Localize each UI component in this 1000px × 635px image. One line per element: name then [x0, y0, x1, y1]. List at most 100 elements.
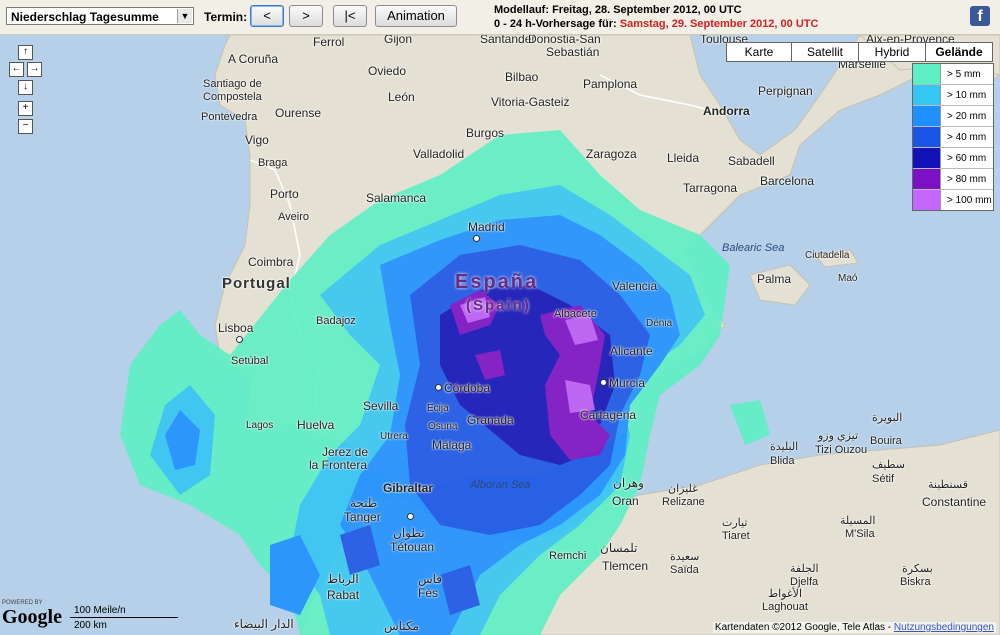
label-setif: Sétif [872, 473, 895, 485]
city-dot-lisboa [236, 336, 243, 343]
legend-label: > 10 mm [947, 89, 987, 101]
label-ar-constantine: قسنطينة [928, 479, 968, 491]
modellauf-info: Modellauf: Freitag, 28. September 2012, … [494, 4, 742, 16]
label-constantine: Constantine [922, 495, 987, 509]
label-lleida: Lleida [667, 151, 700, 165]
label-pontevedra: Pontevedra [201, 111, 258, 123]
city-dot-tetouan [407, 513, 414, 520]
label-alicante: Alicante [610, 344, 653, 358]
label-albacete: Albacete [554, 308, 597, 320]
zoom-out-icon[interactable]: − [18, 119, 33, 134]
label-oran: Oran [612, 494, 639, 508]
label-compostela: Compostela [203, 91, 262, 103]
pan-up-icon[interactable]: ↑ [18, 45, 33, 60]
label-laghouat: Laghouat [762, 601, 808, 613]
modellauf-value: Freitag, 28. September 2012, 00 UTC [552, 4, 742, 16]
label-perpignan: Perpignan [758, 84, 813, 98]
pan-left-icon[interactable]: ← [9, 62, 24, 77]
maptype-satellit-button[interactable]: Satellit [791, 42, 859, 62]
label-ar-saida: سعيدة [670, 551, 700, 563]
label-madrid: Madrid [468, 220, 505, 234]
legend-swatch [913, 106, 941, 126]
label-ar-oran: وهران [613, 476, 644, 490]
label-zaragoza: Zaragoza [586, 147, 637, 161]
vorhersage-info: 0 - 24 h-Vorhersage für: Samstag, 29. Se… [494, 18, 818, 30]
legend-row: > 40 mm [913, 127, 993, 148]
label-valencia: Valencia [612, 279, 658, 293]
label-remchi: Remchi [549, 550, 587, 562]
legend-row: > 80 mm [913, 169, 993, 190]
label-pamplona: Pamplona [583, 77, 638, 91]
pan-right-icon[interactable]: → [27, 62, 42, 77]
label-ar-tlemcen: تلمسان [600, 541, 638, 555]
label-badajoz: Badajoz [316, 315, 356, 327]
next-button[interactable]: > [289, 5, 323, 27]
label-lagos: Lagos [246, 420, 274, 431]
vorhersage-value: Samstag, 29. September 2012, 00 UTC [619, 18, 819, 30]
label-relizane: Relizane [662, 496, 705, 508]
scale-line [70, 617, 178, 618]
legend-swatch [913, 64, 941, 84]
zoom-in-icon[interactable]: + [18, 101, 33, 116]
label-porto: Porto [270, 187, 299, 201]
label-ferrol: Ferrol [313, 35, 345, 49]
label-blida: Blida [770, 455, 795, 467]
legend-row: > 5 mm [913, 64, 993, 85]
maptype-hybrid-button[interactable]: Hybrid [858, 42, 926, 62]
map-canvas[interactable] [0, 35, 1000, 635]
legend-swatch [913, 127, 941, 147]
label-ar-tetouan: تطوان [393, 526, 425, 540]
google-logo[interactable]: POWERED BY Google [2, 600, 62, 629]
product-dropdown-value: Niederschlag Tagesumme [11, 10, 159, 24]
label-ar-bouira: البويرة [872, 412, 903, 424]
chevron-down-icon[interactable]: ▼ [177, 9, 192, 23]
label-santiago: Santiago de [203, 78, 262, 90]
animation-button[interactable]: Animation [375, 5, 457, 27]
legend-label: > 40 mm [947, 131, 987, 143]
label-ourense: Ourense [275, 106, 322, 120]
city-dot-madrid [473, 235, 480, 242]
label-ecija: Écija [427, 403, 449, 414]
facebook-icon[interactable]: f [970, 6, 990, 26]
label-palma: Palma [757, 272, 792, 286]
label-biskra: Biskra [900, 576, 931, 588]
maptype-gelaende-button[interactable]: Gelände [925, 42, 993, 62]
label-a-coruna: A Coruña [228, 52, 279, 66]
label-ar-djelfa: الجلفة [790, 563, 819, 575]
scale-miles: 100 Meile/n [74, 605, 126, 616]
label-tanger: Tanger [344, 510, 381, 524]
label-salamanca: Salamanca [366, 191, 427, 205]
label-balearic-sea: Balearic Sea [722, 242, 785, 254]
label-ar-fes: فاس [418, 572, 443, 586]
label-ar-blida: البليدة [770, 441, 799, 453]
maptype-karte-button[interactable]: Karte [726, 42, 792, 62]
label-setubal: Setúbal [231, 355, 269, 367]
legend: > 5 mm > 10 mm > 20 mm > 40 mm > 60 mm > 80 m… [912, 63, 994, 211]
legend-label: > 100 mm [947, 194, 992, 206]
termin-label: Termin: [204, 10, 248, 24]
label-ar-msila: المسيلة [840, 515, 876, 527]
prev-button[interactable]: < [250, 5, 284, 27]
label-utrera: Utrera [380, 431, 408, 442]
map[interactable]: España (Spain) Portugal Andorra Gibralta… [0, 35, 1000, 635]
label-burgos: Burgos [466, 126, 505, 140]
modellauf-label: Modellauf: [494, 4, 549, 16]
first-button[interactable]: |< [333, 5, 367, 27]
label-leon: León [388, 90, 415, 104]
label-vitoria: Vitoria-Gasteiz [491, 95, 570, 109]
label-cartagena: Cartagena [580, 408, 637, 422]
label-malaga: Málaga [432, 438, 472, 452]
label-ar-setif: سطيف [872, 459, 905, 471]
legend-label: > 5 mm [947, 68, 981, 80]
label-country-es: España [455, 271, 539, 293]
label-ar-meknes: مكناس [384, 619, 419, 633]
label-ar-casa: الدار البيضاء [234, 617, 294, 631]
pan-down-icon[interactable]: ↓ [18, 80, 33, 95]
label-portugal: Portugal [222, 275, 291, 292]
label-ar-tanger: طنجة [350, 496, 378, 510]
legend-label: > 20 mm [947, 110, 987, 122]
terms-link[interactable]: Nutzungsbedingungen [894, 622, 994, 633]
label-ar-biskra: بسكرة [902, 563, 933, 575]
label-tizi-ouzou: Tizi Ouzou [815, 444, 868, 456]
product-dropdown[interactable]: Niederschlag Tagesumme ▼ [6, 7, 194, 25]
